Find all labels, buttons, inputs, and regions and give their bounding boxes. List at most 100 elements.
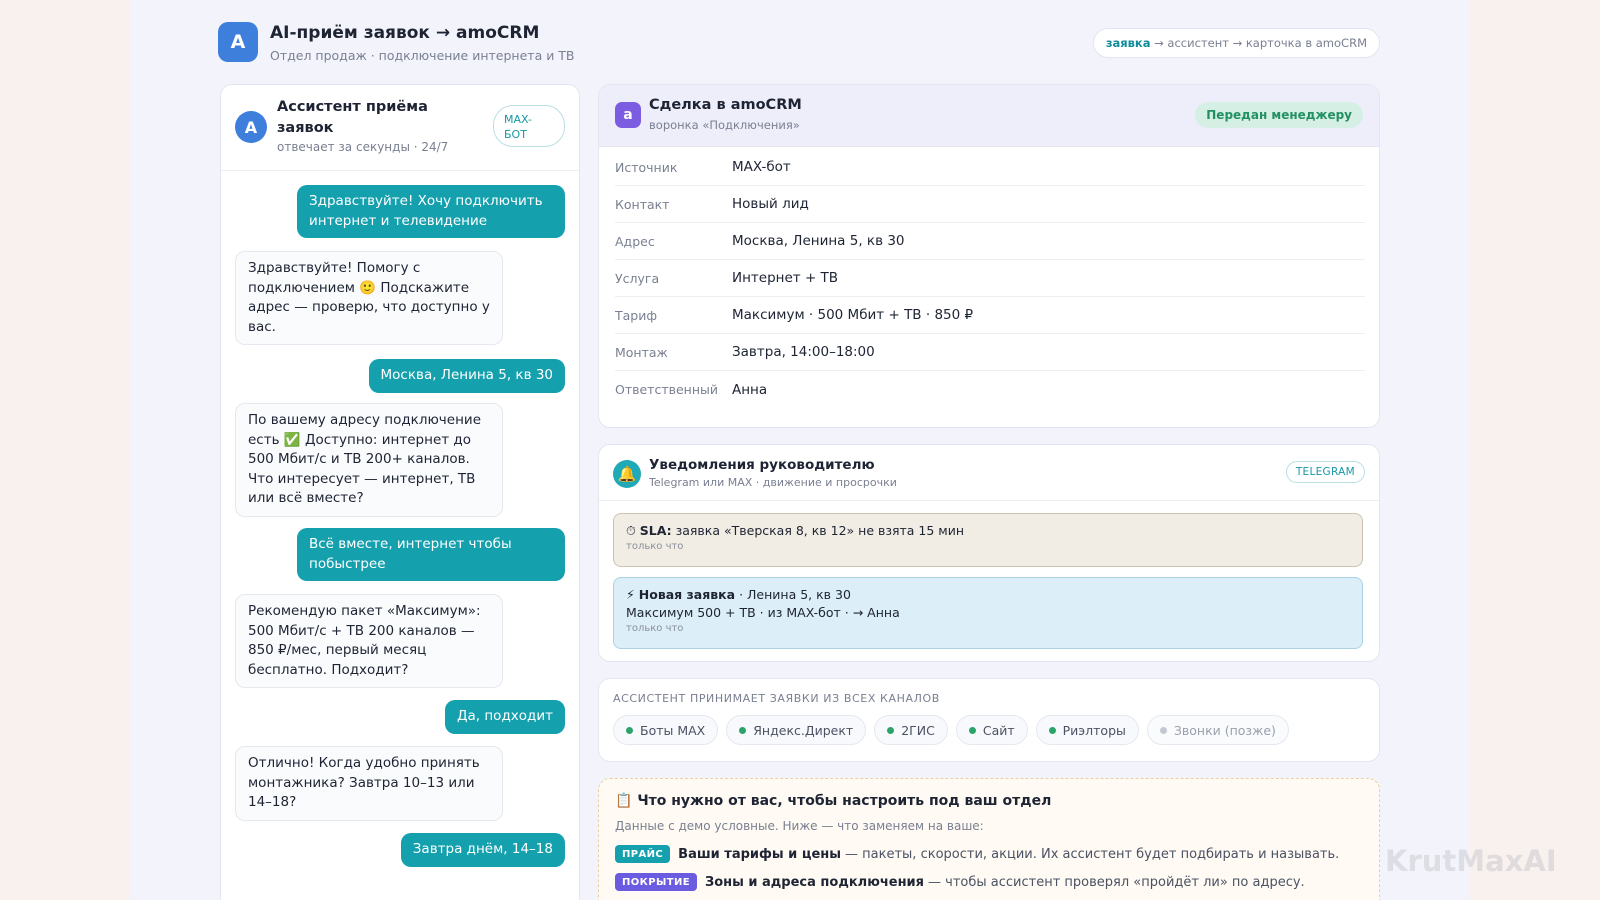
page-subtitle: Отдел продаж · подключение интернета и Т…: [270, 48, 575, 63]
message-assistant: Здравствуйте! Помогу с подключением 🙂 По…: [235, 251, 503, 345]
flow-indicator: заявка → ассистент → карточка в amoCRM: [1092, 28, 1380, 58]
field-value: Интернет + ТВ: [732, 270, 839, 286]
field-value: Максимум · 500 Мбит + ТВ · 850 ₽: [732, 307, 974, 323]
deal-field-contact: Контакт Новый лид: [615, 186, 1365, 223]
new-request-details: Максимум 500 + ТВ · из MAX-бот · → Анна: [626, 605, 900, 620]
message-user: Москва, Ленина 5, кв 30: [368, 359, 565, 393]
new-request-address: · Ленина 5, кв 30: [735, 587, 851, 602]
flow-step-card: карточка в amoCRM: [1245, 36, 1367, 50]
channel-chip-2gis[interactable]: 2ГИС: [874, 715, 948, 745]
setup-item-desc: — чтобы ассистент проверял «пройдёт ли» …: [928, 874, 1305, 890]
status-dot: [1048, 726, 1056, 734]
field-label: Источник: [615, 159, 678, 175]
chip-label: Сайт: [982, 722, 1015, 738]
channel-chip-realtors[interactable]: Риэлторы: [1035, 715, 1139, 745]
amocrm-icon: a: [615, 102, 641, 128]
flow-step-request: заявка: [1105, 36, 1151, 50]
status-badge: Передан менеджеру: [1195, 102, 1363, 128]
chip-label: Риэлторы: [1062, 722, 1126, 738]
status-dot: [887, 726, 895, 734]
channels-panel: АССИСТЕНТ ПРИНИМАЕТ ЗАЯВКИ ИЗ ВСЕХ КАНАЛ…: [598, 678, 1380, 762]
watermark: KrutMaxAI: [1385, 844, 1557, 878]
field-label: Адрес: [615, 233, 655, 249]
channels-title: АССИСТЕНТ ПРИНИМАЕТ ЗАЯВКИ ИЗ ВСЕХ КАНАЛ…: [613, 692, 940, 705]
status-dot: [626, 726, 633, 734]
page-title: AI-приём заявок → amoCRM: [270, 23, 540, 43]
field-label: Услуга: [615, 270, 660, 286]
setup-title: 📋 Что нужно от вас, чтобы настроить под …: [615, 793, 1051, 809]
chat-panel: A Ассистент приёма заявок отвечает за се…: [220, 84, 580, 900]
tag-price: ПРАЙС: [615, 845, 671, 863]
channel-chip-site[interactable]: Сайт: [955, 715, 1028, 745]
status-dot: [968, 726, 976, 734]
chat-subtitle: отвечает за секунды · 24/7: [277, 140, 449, 154]
channel-chip-max[interactable]: Боты MAX: [613, 715, 719, 745]
deal-card: a Сделка в amoCRM воронка «Подключения» …: [598, 84, 1380, 428]
chat-title: Ассистент приёма заявок: [277, 99, 428, 136]
timer-icon: ⏱: [626, 523, 636, 538]
setup-panel: 📋 Что нужно от вас, чтобы настроить под …: [598, 778, 1380, 900]
channel-badge: MAX-БОТ: [493, 105, 565, 147]
flow-step-assistant: → ассистент →: [1150, 36, 1246, 50]
deal-field-source: Источник MAX-бот: [615, 149, 1365, 186]
setup-item-title: Ваши тарифы и цены: [678, 846, 842, 862]
telegram-badge: TELEGRAM: [1285, 461, 1365, 483]
new-request-label: Новая заявка: [638, 587, 736, 602]
deal-field-service: Услуга Интернет + ТВ: [615, 260, 1365, 297]
message-assistant: Рекомендую пакет «Максимум»: 500 Мбит/с …: [235, 594, 503, 688]
sla-alert[interactable]: ⏱ SLA: заявка «Тверская 8, кв 12» не взя…: [613, 513, 1363, 567]
notifications-title: Уведомления руководителю: [649, 457, 875, 473]
message-user: Здравствуйте! Хочу подключить интернет и…: [297, 185, 565, 238]
deal-field-responsible: Ответственный Анна: [615, 371, 1365, 408]
field-label: Тариф: [615, 307, 658, 323]
clipboard-icon: 📋: [615, 793, 633, 809]
app-page: A AI-приём заявок → amoCRM Отдел продаж …: [130, 0, 1470, 900]
sla-label: SLA:: [639, 523, 672, 538]
setup-subtitle: Данные с демо условные. Ниже — что замен…: [615, 819, 984, 833]
field-label: Ответственный: [615, 382, 719, 397]
chat-header: A Ассистент приёма заявок отвечает за се…: [221, 85, 579, 171]
status-dot: [739, 726, 747, 734]
setup-item-coverage: ПОКРЫТИЕ Зоны и адреса подключения — что…: [615, 873, 1305, 891]
field-value: MAX-бот: [732, 159, 791, 175]
field-value: Москва, Ленина 5, кв 30: [732, 233, 905, 249]
message-user: Да, подходит: [444, 700, 565, 734]
channel-chip-yandex[interactable]: Яндекс.Директ: [726, 715, 867, 745]
lightning-icon: ⚡: [626, 587, 635, 602]
new-request-time: только что: [626, 623, 684, 634]
channel-chip-calls[interactable]: Звонки (позже): [1146, 715, 1289, 745]
top-bar: A AI-приём заявок → amoCRM Отдел продаж …: [218, 22, 1380, 64]
notifications-subtitle: Telegram или MAX · движение и просрочки: [649, 476, 897, 489]
message-assistant: По вашему адресу подключение есть ✅ Дост…: [235, 403, 503, 517]
field-label: Монтаж: [615, 344, 668, 360]
deal-field-address: Адрес Москва, Ленина 5, кв 30: [615, 223, 1365, 260]
field-value: Завтра, 14:00–18:00: [732, 344, 875, 360]
deal-header: a Сделка в amoCRM воронка «Подключения» …: [599, 85, 1379, 147]
setup-item-desc: — пакеты, скорости, акции. Их ассистент …: [845, 846, 1340, 862]
sla-time: только что: [626, 541, 684, 552]
chip-label: Звонки (позже): [1173, 722, 1276, 738]
field-value: Анна: [732, 381, 768, 398]
sla-text: заявка «Тверская 8, кв 12» не взята 15 м…: [671, 523, 965, 538]
chip-label: 2ГИС: [901, 722, 935, 738]
channel-chips: Боты MAX Яндекс.Директ 2ГИС Сайт Риэлтор…: [613, 715, 1289, 745]
status-dot: [1159, 726, 1167, 734]
tag-coverage: ПОКРЫТИЕ: [615, 873, 697, 891]
field-label: Контакт: [615, 196, 670, 212]
deal-field-tariff: Тариф Максимум · 500 Мбит + ТВ · 850 ₽: [615, 297, 1365, 334]
bell-icon: 🔔: [613, 460, 641, 488]
chip-label: Яндекс.Директ: [753, 722, 854, 738]
field-value: Новый лид: [732, 196, 809, 212]
app-logo: A: [218, 22, 258, 62]
notifications-panel: 🔔 Уведомления руководителю Telegram или …: [598, 444, 1380, 662]
deal-pipeline: воронка «Подключения»: [649, 118, 800, 132]
deal-title: Сделка в amoCRM: [649, 97, 802, 113]
new-request-alert[interactable]: ⚡ Новая заявка · Ленина 5, кв 30 Максиму…: [613, 577, 1363, 649]
setup-title-text: Что нужно от вас, чтобы настроить под ва…: [637, 793, 1052, 809]
setup-item-price: ПРАЙС Ваши тарифы и цены — пакеты, скоро…: [615, 845, 1339, 863]
message-user: Всё вместе, интернет чтобы побыстрее: [297, 528, 565, 581]
setup-item-title: Зоны и адреса подключения: [704, 874, 925, 890]
deal-field-installation: Монтаж Завтра, 14:00–18:00: [615, 334, 1365, 371]
assistant-avatar: A: [235, 111, 267, 143]
message-assistant: Отлично! Когда удобно принять монтажника…: [235, 746, 503, 821]
